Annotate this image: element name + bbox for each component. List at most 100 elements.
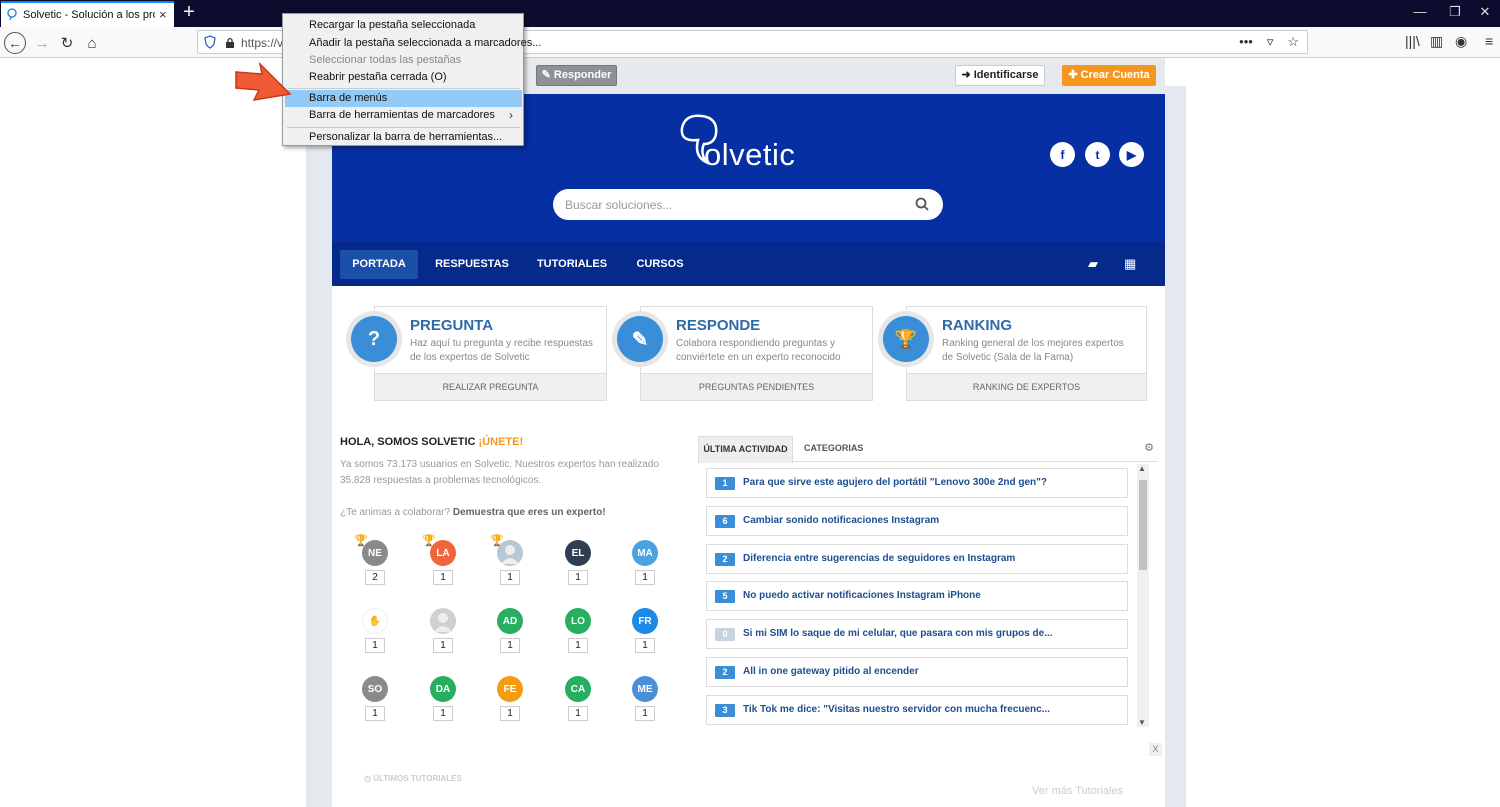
activity-item[interactable]: 1 Para que sirve este agujero del portáti… xyxy=(706,468,1128,498)
trophy-icon: 🏆 xyxy=(490,535,504,547)
anima-text: ¿Te animas a colaborar? Demuestra que er… xyxy=(340,507,606,518)
activity-item[interactable]: 0 Si mi SIM lo saque de mi celular, que p… xyxy=(706,619,1128,650)
page-actions-icon[interactable]: ••• xyxy=(1239,34,1253,50)
answer-count-badge: 6 xyxy=(715,514,735,528)
tab-close-icon[interactable]: × xyxy=(159,7,167,22)
user-avatar[interactable] xyxy=(430,608,456,634)
restore-button[interactable]: ❐ xyxy=(1440,4,1470,20)
youtube-icon[interactable]: ▶ xyxy=(1119,142,1144,167)
ver-mas-tutoriales-link[interactable]: Ver más Tutoriales xyxy=(1032,785,1123,797)
nav-cursos[interactable]: CURSOS xyxy=(628,250,692,279)
solvetic-favicon-icon xyxy=(7,8,17,21)
menu-item-anadir-marcadores[interactable]: Añadir la pestaña seleccionada a marcado… xyxy=(309,37,541,49)
user-avatar[interactable]: AD xyxy=(497,608,523,634)
answer-count-badge: 3 xyxy=(715,703,735,717)
user-avatar[interactable]: ✋ xyxy=(362,608,388,634)
trophy-icon: 🏆 xyxy=(354,535,368,547)
crear-cuenta-button[interactable]: ✚ Crear Cuenta xyxy=(1062,65,1156,86)
user-avatar[interactable]: EL xyxy=(565,540,591,566)
menu-item-barra-menus[interactable]: Barra de menús xyxy=(309,92,387,104)
home-button[interactable]: ⌂ xyxy=(81,32,103,54)
activity-title-link[interactable]: Si mi SIM lo saque de mi celular, que pa… xyxy=(743,628,1053,639)
responder-button[interactable]: ✎ Responder xyxy=(536,65,617,86)
tab-title: Solvetic - Solución a los problem xyxy=(23,9,155,21)
activity-title-link[interactable]: Cambiar sonido notificaciones Instagram xyxy=(743,515,939,526)
minimize-button[interactable]: — xyxy=(1405,4,1435,19)
twitter-icon[interactable]: t xyxy=(1085,142,1110,167)
browser-tab[interactable]: Solvetic - Solución a los problem × xyxy=(1,1,174,27)
reload-button[interactable]: ↻ xyxy=(56,32,78,54)
user-avatar[interactable]: SO xyxy=(362,676,388,702)
new-tab-button[interactable]: + xyxy=(178,2,200,24)
menu-item-personalizar[interactable]: Personalizar la barra de herramientas... xyxy=(309,131,502,143)
forward-button[interactable]: → xyxy=(31,32,53,54)
back-button[interactable]: ← xyxy=(4,32,26,54)
bookmark-star-icon[interactable]: ☆ xyxy=(1287,34,1299,50)
realizar-pregunta-button[interactable]: REALIZAR PREGUNTA xyxy=(375,373,606,400)
activity-item[interactable]: 2 All in one gateway pitido al encender xyxy=(706,657,1128,687)
user-avatar[interactable]: DA xyxy=(430,676,456,702)
activity-title-link[interactable]: No puedo activar notificaciones Instagra… xyxy=(743,590,981,601)
activity-title-link[interactable]: Tik Tok me dice: "Visitas nuestro servid… xyxy=(743,704,1050,715)
folder-icon[interactable]: ▰ xyxy=(1088,256,1098,272)
activity-item[interactable]: 6 Cambiar sonido notificaciones Instagram xyxy=(706,505,1128,536)
search-box[interactable]: Buscar soluciones... xyxy=(553,189,943,220)
activity-title-link[interactable]: Diferencia entre sugerencias de seguidor… xyxy=(743,553,1015,564)
card-title: RESPONDE xyxy=(676,317,761,334)
scroll-thumb[interactable] xyxy=(1139,480,1147,570)
card-pregunta[interactable]: PREGUNTA Haz aquí tu pregunta y recibe r… xyxy=(374,306,607,401)
library-icon[interactable]: |||\ xyxy=(1405,33,1420,49)
user-avatar[interactable]: LO xyxy=(565,608,591,634)
nav-portada[interactable]: PORTADA xyxy=(340,250,418,279)
activity-item[interactable]: 5 No puedo activar notificaciones Instagr… xyxy=(706,581,1128,612)
activity-scrollbar[interactable]: ▲ ▼ xyxy=(1137,464,1149,727)
search-placeholder[interactable]: Buscar soluciones... xyxy=(565,198,672,212)
user-count: 1 xyxy=(365,638,385,653)
user-avatar[interactable]: CA xyxy=(565,676,591,702)
lock-icon[interactable] xyxy=(225,37,235,48)
calendar-icon[interactable]: ▦ xyxy=(1124,256,1136,272)
tracking-protection-shield-icon[interactable] xyxy=(204,35,216,49)
nav-tutoriales[interactable]: TUTORIALES xyxy=(532,250,612,279)
tab-ultima-actividad[interactable]: ÚLTIMA ACTIVIDAD xyxy=(698,436,793,463)
tab-categorias[interactable]: CATEGORIAS xyxy=(804,436,863,461)
user-avatar[interactable]: FR xyxy=(632,608,658,634)
search-icon[interactable] xyxy=(915,197,929,211)
user-avatar[interactable]: MA xyxy=(632,540,658,566)
unete-link[interactable]: ¡ÚNETE! xyxy=(479,436,524,448)
menu-item-barra-marcadores[interactable]: Barra de herramientas de marcadores xyxy=(309,109,495,121)
user-count: 1 xyxy=(635,638,655,653)
demuestra-link[interactable]: Demuestra que eres un experto! xyxy=(453,507,606,518)
pocket-icon[interactable]: ▿ xyxy=(1267,34,1274,50)
menu-icon[interactable]: ≡ xyxy=(1485,33,1493,49)
hola-description: Ya somos 73.173 usuarios en Solvetic. Nu… xyxy=(340,459,659,486)
facebook-icon[interactable]: f xyxy=(1050,142,1075,167)
sidebar-icon[interactable]: ▥ xyxy=(1430,33,1443,50)
scroll-up-icon[interactable]: ▲ xyxy=(1138,464,1146,473)
close-ad-button[interactable]: X xyxy=(1149,743,1162,756)
menu-item-recargar[interactable]: Recargar la pestaña seleccionada xyxy=(309,19,475,31)
user-avatar[interactable]: FE xyxy=(497,676,523,702)
user-avatar[interactable]: ME xyxy=(632,676,658,702)
gear-icon[interactable]: ⚙ xyxy=(1144,441,1154,454)
activity-item[interactable]: 3 Tik Tok me dice: "Visitas nuestro servi… xyxy=(706,694,1128,725)
menu-separator xyxy=(287,127,520,128)
user-count: 1 xyxy=(433,638,453,653)
activity-item[interactable]: 2 Diferencia entre sugerencias de seguido… xyxy=(706,543,1128,574)
identificarse-button[interactable]: ➜ Identificarse xyxy=(955,65,1045,86)
scroll-down-icon[interactable]: ▼ xyxy=(1138,718,1146,727)
menu-separator xyxy=(287,88,520,89)
card-ranking[interactable]: RANKING Ranking general de los mejores e… xyxy=(906,306,1147,401)
activity-title-link[interactable]: All in one gateway pitido al encender xyxy=(743,666,919,677)
close-window-button[interactable]: ✕ xyxy=(1470,4,1500,20)
account-icon[interactable]: ◉ xyxy=(1455,33,1467,50)
menu-item-reabrir[interactable]: Reabrir pestaña cerrada (O) xyxy=(309,71,447,83)
ranking-expertos-button[interactable]: RANKING DE EXPERTOS xyxy=(907,373,1146,400)
preguntas-pendientes-button[interactable]: PREGUNTAS PENDIENTES xyxy=(641,373,872,400)
site-nav: PORTADA RESPUESTAS TUTORIALES CURSOS ▰ ▦ xyxy=(332,242,1165,286)
nav-respuestas[interactable]: RESPUESTAS xyxy=(432,250,512,279)
logo-text: olvetic xyxy=(704,137,796,172)
card-responde[interactable]: RESPONDE Colabora respondiendo preguntas… xyxy=(640,306,873,401)
activity-title-link[interactable]: Para que sirve este agujero del portátil… xyxy=(743,477,1047,488)
menu-item-seleccionar-todas[interactable]: Seleccionar todas las pestañas xyxy=(309,54,461,66)
